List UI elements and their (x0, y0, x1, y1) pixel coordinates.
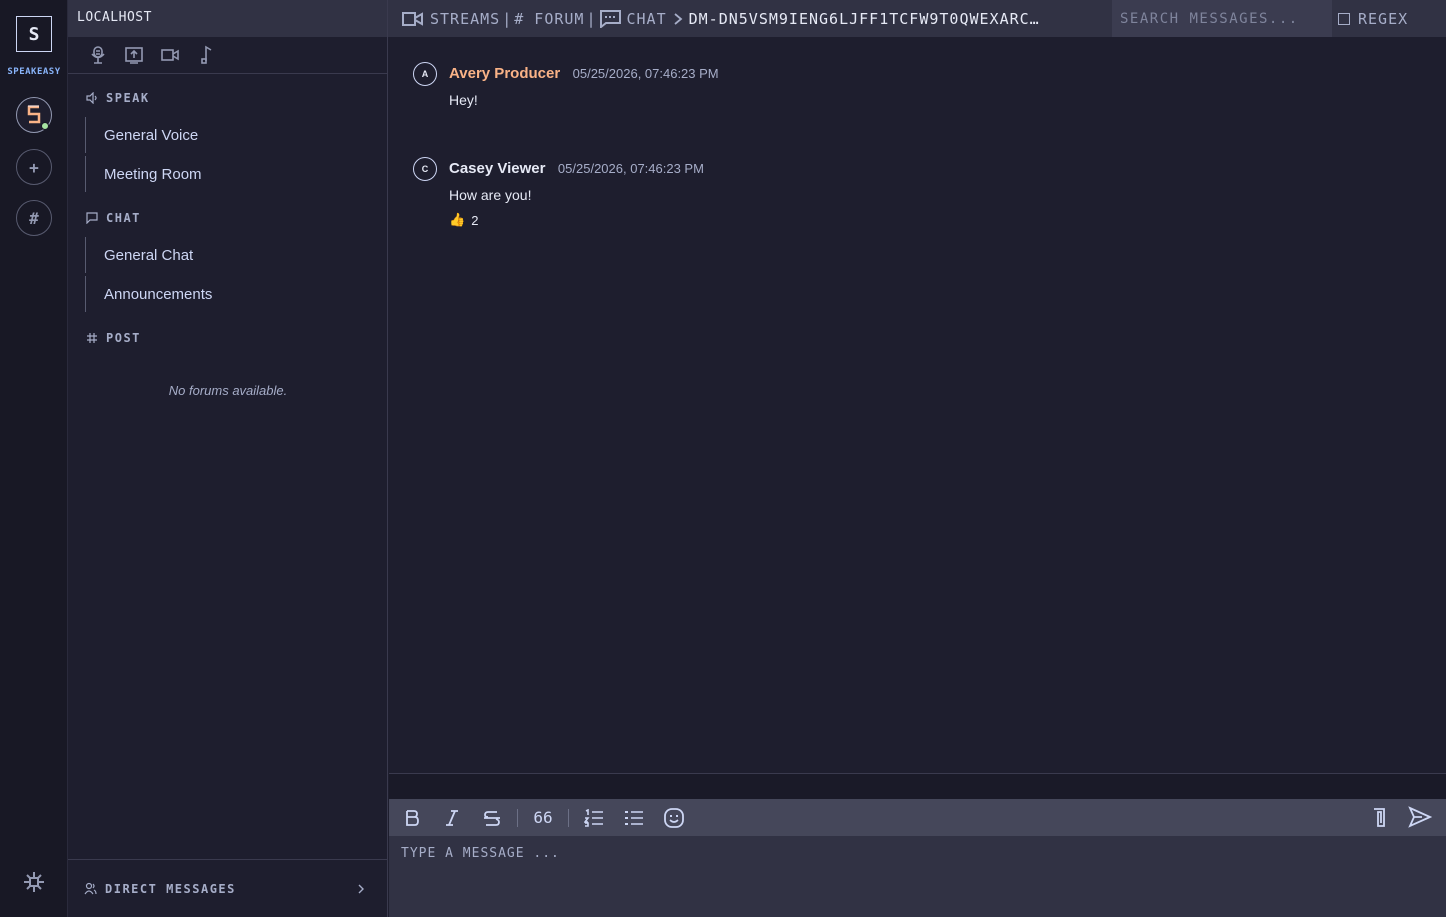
server-rail: S SPEAKEASY + # (0, 0, 68, 917)
avatar[interactable]: C (413, 157, 437, 181)
hash-icon: # (29, 208, 39, 228)
tab-forum-label: # FORUM (514, 9, 585, 28)
separator: | (586, 9, 597, 28)
chat-path: DM-DN5VSM9IENG6LJFF1TCFW9T0QWEXARC… (688, 9, 1040, 28)
strikethrough-icon[interactable] (481, 807, 503, 829)
section-title: SPEAK (106, 91, 150, 105)
reaction-badge[interactable]: 👍 2 (449, 212, 478, 228)
message-list: A Avery Producer 05/25/2026, 07:46:23 PM… (389, 37, 1446, 773)
regex-checkbox[interactable] (1338, 12, 1350, 25)
channel-general-voice[interactable]: General Voice (85, 117, 375, 153)
message-timestamp: 05/25/2026, 07:46:23 PM (572, 66, 719, 81)
section-title: POST (106, 331, 141, 345)
app-name: SPEAKEASY (7, 67, 61, 77)
message-author[interactable]: Casey Viewer (449, 160, 545, 177)
microphone-icon[interactable] (88, 45, 108, 65)
online-status-dot (41, 122, 49, 130)
send-icon[interactable] (1408, 806, 1432, 828)
no-forums-text: No forums available. (168, 383, 288, 398)
section-speak[interactable]: SPEAK (86, 91, 150, 105)
message-text: Hey! (449, 92, 478, 108)
tab-streams[interactable]: STREAMS (402, 10, 500, 28)
users-icon (84, 882, 97, 895)
bullet-list-icon[interactable] (623, 807, 645, 829)
message-input[interactable] (389, 836, 1446, 917)
camera-icon[interactable] (160, 45, 180, 65)
server-name-header[interactable]: LOCALHOST (68, 0, 387, 37)
avatar[interactable]: A (413, 62, 437, 86)
music-icon[interactable] (196, 45, 216, 65)
tab-chat-label: CHAT (626, 9, 667, 28)
channel-announcements[interactable]: Announcements (85, 276, 375, 312)
bold-icon[interactable] (401, 807, 423, 829)
message-author[interactable]: Avery Producer (449, 65, 560, 82)
italic-icon[interactable] (441, 807, 463, 829)
direct-messages-button[interactable]: DIRECT MESSAGES (68, 859, 387, 917)
media-controls (68, 37, 387, 74)
composer-divider (389, 773, 1446, 799)
settings-gear-icon[interactable] (22, 870, 46, 894)
top-bar: STREAMS | # FORUM | CHAT DM-DN5VSM9IENG6… (388, 0, 1446, 37)
tab-forum[interactable]: # FORUM (514, 10, 584, 28)
section-title: CHAT (106, 211, 141, 225)
browse-channels-button[interactable]: # (16, 200, 52, 236)
app-logo[interactable]: S (16, 16, 52, 52)
plus-icon: + (29, 157, 39, 177)
search-messages-input[interactable]: SEARCH MESSAGES... (1112, 0, 1332, 37)
hash-icon (86, 332, 98, 344)
message-header: Avery Producer 05/25/2026, 07:46:23 PM (449, 65, 719, 83)
channel-sidebar: LOCALHOST SPEAK General Voice Meeting Ro… (68, 0, 388, 917)
channel-general-chat[interactable]: General Chat (85, 237, 375, 273)
chevron-right-icon (358, 884, 364, 893)
thumbs-up-icon: 👍 (449, 212, 466, 227)
message-text: How are you! (449, 187, 532, 203)
separator: | (502, 9, 513, 28)
chat-bubble-icon (86, 212, 98, 225)
regex-toggle[interactable]: REGEX (1338, 0, 1408, 37)
channel-meeting-room[interactable]: Meeting Room (85, 156, 375, 192)
section-chat[interactable]: CHAT (86, 211, 141, 225)
message-timestamp: 05/25/2026, 07:46:23 PM (557, 161, 704, 176)
ordered-list-icon[interactable] (583, 807, 605, 829)
tab-chat[interactable]: CHAT DM-DN5VSM9IENG6LJFF1TCFW9T0QWEXARC… (599, 9, 1094, 28)
chat-bubble-icon (599, 9, 621, 28)
emoji-icon[interactable] (663, 807, 685, 829)
toolbar-separator (517, 808, 518, 827)
attach-file-icon[interactable] (1368, 806, 1390, 828)
add-server-button[interactable]: + (16, 149, 52, 185)
chevron-right-icon (674, 12, 683, 25)
tab-streams-label: STREAMS (430, 9, 501, 28)
direct-messages-label: DIRECT MESSAGES (105, 881, 236, 896)
screen-share-icon[interactable] (124, 45, 144, 65)
toolbar-separator (568, 808, 569, 827)
regex-label: REGEX (1358, 9, 1409, 28)
message-composer (389, 836, 1446, 917)
quote-icon[interactable]: 66 (532, 807, 554, 829)
camera-icon (402, 11, 423, 26)
reaction-count: 2 (471, 212, 479, 228)
section-post[interactable]: POST (86, 331, 141, 345)
server-icon-localhost[interactable] (16, 97, 52, 133)
speaker-icon (86, 91, 98, 105)
message-header: Casey Viewer 05/25/2026, 07:46:23 PM (449, 160, 704, 178)
format-toolbar: 66 (389, 799, 1446, 836)
